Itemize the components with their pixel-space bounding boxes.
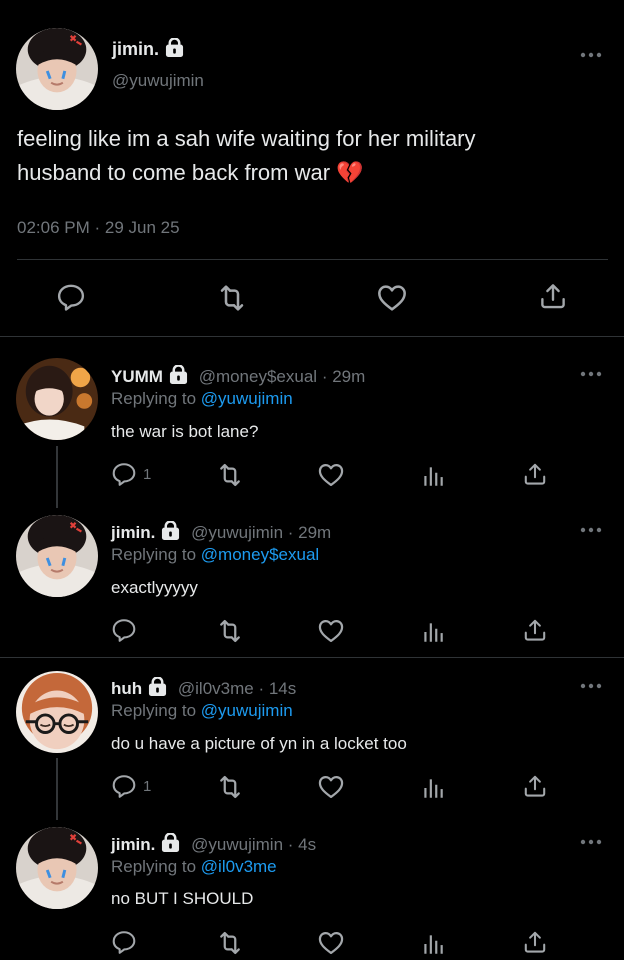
- avatar[interactable]: [16, 28, 98, 110]
- share-icon[interactable]: [522, 929, 548, 955]
- divider: [0, 336, 624, 337]
- reply-time[interactable]: · 14s: [258, 679, 296, 698]
- tweet-text-line: feeling like im a sah wife waiting for h…: [17, 126, 476, 151]
- views-icon[interactable]: [420, 931, 446, 957]
- reply-icon[interactable]: [111, 929, 137, 955]
- author-name[interactable]: jimin.: [112, 39, 159, 59]
- replying-to: Replying to @il0v3me: [111, 857, 277, 877]
- share-icon[interactable]: [538, 281, 568, 311]
- replying-to-handle[interactable]: @money$exual: [201, 545, 319, 564]
- reply-header: YUMM @money$exual · 29m: [111, 365, 365, 387]
- divider: [17, 259, 608, 260]
- more-icon[interactable]: [580, 51, 602, 59]
- more-icon[interactable]: [580, 838, 602, 846]
- reply-header: huh @il0v3me · 14s: [111, 677, 296, 699]
- retweet-icon[interactable]: [216, 773, 244, 801]
- replying-to-label: Replying to: [111, 545, 197, 564]
- reply-header: jimin. @yuwujimin · 29m: [111, 521, 331, 543]
- tweet-text: feeling like im a sah wife waiting for h…: [17, 122, 617, 190]
- lock-icon: [161, 521, 180, 540]
- share-icon[interactable]: [522, 461, 548, 487]
- tweet-text-line-2: husband to come back from war 💔: [17, 156, 617, 190]
- reply-count: 1: [143, 466, 152, 483]
- author-name[interactable]: jimin.: [111, 835, 155, 854]
- share-icon[interactable]: [522, 773, 548, 799]
- replying-to-label: Replying to: [111, 701, 197, 720]
- reply-header: jimin. @yuwujimin · 4s: [111, 833, 316, 855]
- author-handle[interactable]: @yuwujimin: [112, 71, 204, 91]
- reply-time[interactable]: · 29m: [288, 523, 331, 542]
- like-icon[interactable]: [317, 461, 345, 489]
- more-icon[interactable]: [580, 526, 602, 534]
- author-name[interactable]: huh: [111, 679, 142, 698]
- more-icon[interactable]: [580, 682, 602, 690]
- replying-to-handle[interactable]: @yuwujimin: [201, 701, 293, 720]
- reply-count: 1: [143, 778, 152, 795]
- avatar[interactable]: [16, 358, 98, 440]
- author-name[interactable]: jimin.: [111, 523, 155, 542]
- lock-icon: [148, 677, 167, 696]
- author-handle[interactable]: @yuwujimin: [191, 835, 283, 854]
- like-icon[interactable]: [376, 282, 408, 314]
- lock-icon: [169, 365, 188, 384]
- reply-icon[interactable]: [111, 617, 137, 643]
- reply-icon[interactable]: [111, 773, 137, 799]
- broken-heart-emoji: 💔: [336, 160, 364, 185]
- retweet-icon[interactable]: [216, 282, 248, 314]
- like-icon[interactable]: [317, 773, 345, 801]
- reply-text: no BUT I SHOULD: [111, 889, 254, 908]
- reply-text: exactlyyyyy: [111, 578, 198, 597]
- views-icon[interactable]: [420, 775, 446, 801]
- author-handle[interactable]: @il0v3me: [178, 679, 254, 698]
- thread-line: [56, 758, 58, 820]
- reply-time[interactable]: · 4s: [288, 835, 316, 854]
- retweet-icon[interactable]: [216, 617, 244, 645]
- replying-to-label: Replying to: [111, 389, 197, 408]
- lock-icon: [161, 833, 180, 852]
- author-handle[interactable]: @money$exual: [199, 367, 317, 386]
- tweet-text-fragment: husband to come back from war: [17, 160, 331, 185]
- replying-to: Replying to @yuwujimin: [111, 389, 293, 409]
- avatar[interactable]: [16, 515, 98, 597]
- replying-to-handle[interactable]: @il0v3me: [201, 857, 277, 876]
- lock-icon: [165, 38, 184, 57]
- reply-time[interactable]: · 29m: [322, 367, 365, 386]
- views-icon[interactable]: [420, 619, 446, 645]
- avatar[interactable]: [16, 827, 98, 909]
- author-name[interactable]: YUMM: [111, 367, 163, 386]
- avatar[interactable]: [16, 671, 98, 753]
- divider: [0, 657, 624, 658]
- replying-to: Replying to @money$exual: [111, 545, 319, 565]
- like-icon[interactable]: [317, 617, 345, 645]
- reply-icon[interactable]: [111, 461, 137, 487]
- reply-text: do u have a picture of yn in a locket to…: [111, 734, 407, 753]
- more-icon[interactable]: [580, 370, 602, 378]
- views-icon[interactable]: [420, 463, 446, 489]
- tweet-timestamp[interactable]: 02:06 PM · 29 Jun 25: [17, 218, 180, 238]
- retweet-icon[interactable]: [216, 929, 244, 957]
- share-icon[interactable]: [522, 617, 548, 643]
- author-handle[interactable]: @yuwujimin: [191, 523, 283, 542]
- retweet-icon[interactable]: [216, 461, 244, 489]
- author-name-row: jimin.: [112, 38, 184, 60]
- like-icon[interactable]: [317, 929, 345, 957]
- replying-to-label: Replying to: [111, 857, 197, 876]
- replying-to-handle[interactable]: @yuwujimin: [201, 389, 293, 408]
- thread-line: [56, 446, 58, 508]
- reply-icon[interactable]: [56, 282, 86, 312]
- reply-text: the war is bot lane?: [111, 422, 259, 441]
- replying-to: Replying to @yuwujimin: [111, 701, 293, 721]
